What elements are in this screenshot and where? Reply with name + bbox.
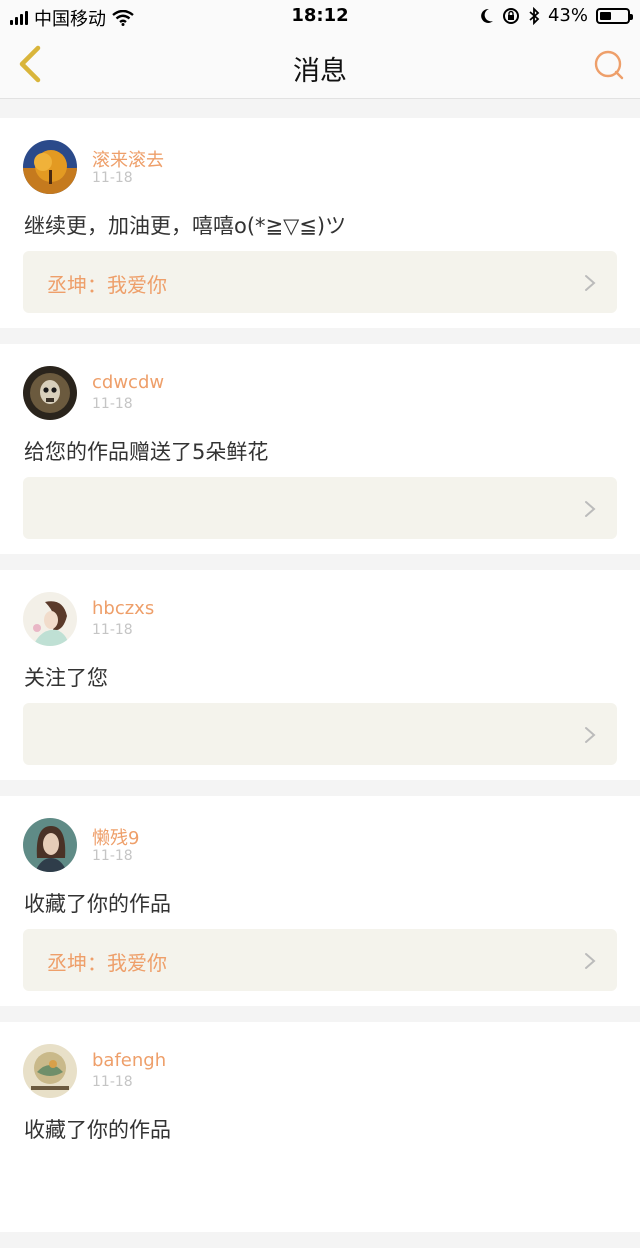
moon-icon bbox=[481, 8, 493, 23]
username[interactable]: hbczxs bbox=[92, 598, 154, 619]
message-card[interactable]: bafengh 11-18 收藏了你的作品 bbox=[0, 1022, 640, 1232]
chevron-right-icon bbox=[585, 953, 596, 969]
message-date: 11-18 bbox=[92, 622, 133, 638]
status-bar: 中国移动 18:12 43% bbox=[0, 0, 640, 32]
message-date: 11-18 bbox=[92, 170, 133, 186]
username[interactable]: 滚来滚去 bbox=[92, 146, 164, 172]
referenced-work[interactable] bbox=[23, 703, 617, 765]
referenced-work[interactable] bbox=[23, 477, 617, 539]
referenced-work-title: 丞坤：我爱你 bbox=[47, 951, 167, 975]
nav-bar: 消息 bbox=[0, 32, 640, 99]
search-icon[interactable] bbox=[592, 48, 626, 82]
username[interactable]: 懒残9 bbox=[92, 824, 139, 850]
username[interactable]: bafengh bbox=[92, 1050, 166, 1071]
battery-icon bbox=[596, 7, 633, 24]
chevron-right-icon bbox=[585, 275, 596, 291]
chevron-right-icon bbox=[585, 501, 596, 517]
referenced-work[interactable]: 丞坤：我爱你 bbox=[23, 929, 617, 991]
message-list: 滚来滚去 11-18 继续更，加油更，嘻嘻o(*≧▽≦)ツ 丞坤：我爱你 cdw… bbox=[0, 118, 640, 1248]
avatar[interactable] bbox=[23, 592, 77, 646]
referenced-work[interactable]: 丞坤：我爱你 bbox=[23, 251, 617, 313]
message-card[interactable]: hbczxs 11-18 关注了您 bbox=[0, 570, 640, 780]
message-text: 给您的作品赠送了5朵鲜花 bbox=[24, 440, 269, 464]
message-date: 11-18 bbox=[92, 396, 133, 412]
message-text: 收藏了你的作品 bbox=[24, 1118, 171, 1142]
message-text: 继续更，加油更，嘻嘻o(*≧▽≦)ツ bbox=[24, 214, 347, 238]
referenced-work-title: 丞坤：我爱你 bbox=[47, 273, 167, 297]
message-card[interactable]: 滚来滚去 11-18 继续更，加油更，嘻嘻o(*≧▽≦)ツ 丞坤：我爱你 bbox=[0, 118, 640, 328]
chevron-right-icon bbox=[585, 727, 596, 743]
avatar[interactable] bbox=[23, 1044, 77, 1098]
username[interactable]: cdwcdw bbox=[92, 372, 164, 393]
avatar[interactable] bbox=[23, 818, 77, 872]
message-card[interactable]: 懒残9 11-18 收藏了你的作品 丞坤：我爱你 bbox=[0, 796, 640, 1006]
battery-percent: 43% bbox=[547, 5, 588, 26]
message-text: 关注了您 bbox=[24, 666, 108, 690]
avatar[interactable] bbox=[23, 140, 77, 194]
avatar[interactable] bbox=[23, 366, 77, 420]
message-card[interactable]: cdwcdw 11-18 给您的作品赠送了5朵鲜花 bbox=[0, 344, 640, 554]
message-date: 11-18 bbox=[92, 848, 133, 864]
status-right: 43% bbox=[480, 5, 633, 26]
bluetooth-icon bbox=[529, 6, 540, 25]
message-text: 收藏了你的作品 bbox=[24, 892, 171, 916]
orientation-lock-icon bbox=[502, 7, 519, 24]
message-date: 11-18 bbox=[92, 1074, 133, 1090]
page-title: 消息 bbox=[293, 56, 347, 87]
